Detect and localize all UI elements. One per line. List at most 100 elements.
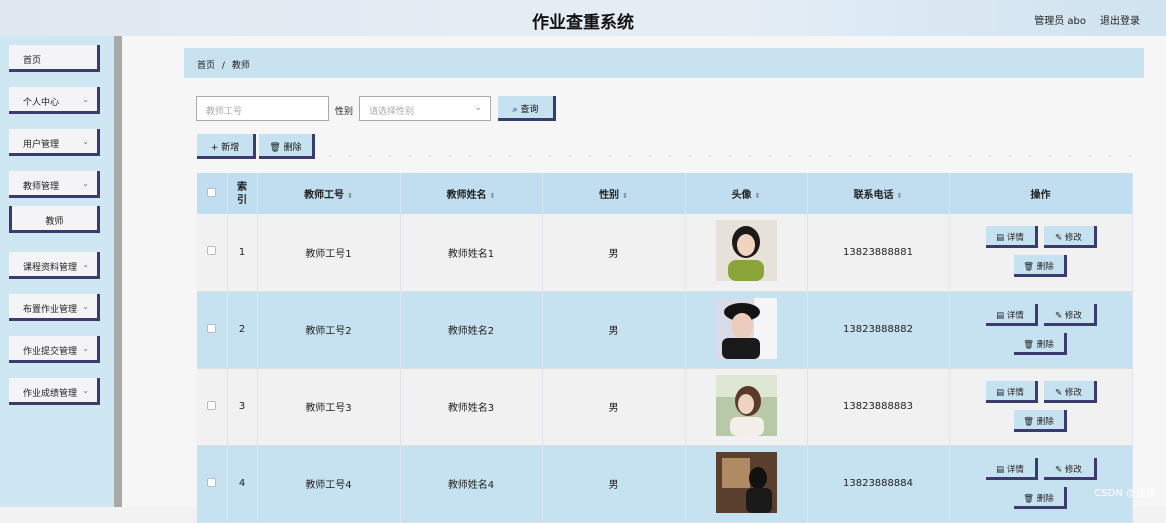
document-icon: ▤ bbox=[996, 310, 1007, 321]
column-header-label: 头像 bbox=[731, 190, 752, 201]
batch-delete-button[interactable]: 🗑 删除 bbox=[259, 134, 315, 159]
gender-select-placeholder: 请选择性别 bbox=[369, 107, 415, 117]
edit-icon: ✎ bbox=[1055, 387, 1065, 398]
gender-cell: 男 bbox=[542, 214, 686, 292]
breadcrumb-home[interactable]: 首页 bbox=[197, 61, 215, 71]
detail-button-label: 详情 bbox=[1006, 233, 1024, 244]
trash-icon: 🗑 bbox=[269, 143, 281, 153]
column-header-teacher-name[interactable]: 教师姓名 ⇕ bbox=[400, 173, 543, 214]
delete-button[interactable]: 🗑 删除 bbox=[1013, 332, 1067, 355]
detail-button[interactable]: ▤ 详情 bbox=[985, 226, 1038, 249]
sidebar-item-homework-grades[interactable]: 作业成绩管理 ⌄ bbox=[9, 378, 100, 405]
sidebar-item-label: 课程资料管理 bbox=[23, 263, 78, 273]
delete-button[interactable]: 🗑 删除 bbox=[1013, 255, 1067, 278]
column-header-operations: 操作 bbox=[949, 173, 1133, 214]
sidebar-item-homework-submission[interactable]: 作业提交管理 ⌄ bbox=[9, 336, 100, 363]
sidebar-item-label: 首页 bbox=[23, 56, 42, 66]
detail-button[interactable]: ▤ 详情 bbox=[985, 303, 1038, 326]
chevron-down-icon: ⌄ bbox=[82, 260, 89, 269]
sidebar-scrollbar[interactable] bbox=[114, 36, 122, 507]
chevron-down-icon: ⌄ bbox=[82, 344, 89, 353]
index-cell: 4 bbox=[227, 445, 258, 523]
column-header-avatar[interactable]: 头像 ⇕ bbox=[685, 173, 808, 214]
teacher-id-cell: 教师工号3 bbox=[257, 368, 401, 446]
add-button-label: 新增 bbox=[221, 143, 240, 153]
sidebar-item-teacher-management[interactable]: 教师管理 ⌄ bbox=[9, 171, 100, 198]
column-header-label: 操作 bbox=[1030, 190, 1051, 201]
sidebar-item-label: 教师管理 bbox=[23, 182, 60, 192]
detail-button[interactable]: ▤ 详情 bbox=[985, 457, 1038, 480]
delete-button-label: 删除 bbox=[1036, 339, 1054, 350]
column-header-label: 性别 bbox=[599, 190, 620, 201]
phone-cell: 13823888883 bbox=[807, 368, 950, 446]
detail-button-label: 详情 bbox=[1006, 387, 1024, 398]
teacher-name-cell: 教师姓名3 bbox=[400, 368, 543, 446]
sort-icon[interactable]: ⇕ bbox=[490, 192, 496, 200]
sidebar-item-personal-center[interactable]: 个人中心 ⌄ bbox=[9, 87, 100, 114]
edit-button[interactable]: ✎ 修改 bbox=[1043, 380, 1097, 403]
avatar-cell bbox=[685, 214, 808, 292]
edit-button[interactable]: ✎ 修改 bbox=[1043, 226, 1097, 249]
edit-button[interactable]: ✎ 修改 bbox=[1043, 303, 1097, 326]
gender-cell: 男 bbox=[542, 445, 686, 523]
column-header-teacher-id[interactable]: 教师工号 ⇕ bbox=[257, 173, 401, 214]
teacher-name-cell: 教师姓名1 bbox=[400, 214, 543, 292]
delete-button[interactable]: 🗑 删除 bbox=[1013, 486, 1067, 509]
detail-button[interactable]: ▤ 详情 bbox=[985, 380, 1038, 403]
phone-cell: 13823888881 bbox=[807, 214, 950, 292]
sort-icon[interactable]: ⇕ bbox=[755, 192, 761, 200]
trash-icon: 🗑 bbox=[1023, 339, 1037, 350]
select-all-checkbox[interactable] bbox=[207, 187, 217, 197]
sidebar-item-course-materials[interactable]: 课程资料管理 ⌄ bbox=[9, 252, 100, 279]
document-icon: ▤ bbox=[996, 464, 1007, 475]
teacher-id-search-input[interactable]: 教师工号 bbox=[196, 96, 329, 121]
logout-link[interactable]: 退出登录 bbox=[1100, 12, 1140, 27]
trash-icon: 🗑 bbox=[1023, 493, 1037, 504]
app-title: 作业查重系统 bbox=[532, 13, 634, 33]
column-header-phone[interactable]: 联系电话 ⇕ bbox=[807, 173, 950, 214]
sort-icon[interactable]: ⇕ bbox=[897, 192, 903, 200]
gender-select[interactable]: 请选择性别 ⌄ bbox=[359, 96, 491, 121]
add-button[interactable]: + 新增 bbox=[197, 134, 256, 159]
avatar-image bbox=[715, 451, 777, 513]
chevron-down-icon: ⌄ bbox=[474, 103, 482, 113]
detail-button-label: 详情 bbox=[1006, 310, 1024, 321]
column-header-gender[interactable]: 性别 ⇕ bbox=[542, 173, 686, 214]
index-cell: 2 bbox=[227, 291, 258, 369]
trash-icon: 🗑 bbox=[1023, 262, 1037, 273]
avatar-image bbox=[715, 297, 777, 359]
row-checkbox[interactable] bbox=[207, 477, 217, 487]
sidebar-item-assign-homework[interactable]: 布置作业管理 ⌄ bbox=[9, 294, 100, 321]
table-row: 4 教师工号4 教师姓名4 男 13823888884 ▤ 详情 ✎ 修改 🗑 … bbox=[197, 445, 1133, 523]
teacher-id-cell: 教师工号4 bbox=[257, 445, 401, 523]
query-button[interactable]: ⌕ 查询 bbox=[498, 96, 556, 121]
avatar-cell bbox=[685, 291, 808, 369]
sidebar-item-label: 教师 bbox=[45, 217, 64, 227]
row-checkbox-cell bbox=[197, 291, 228, 369]
chevron-down-icon: ⌄ bbox=[82, 179, 89, 188]
breadcrumb-separator: / bbox=[221, 61, 225, 71]
table-row: 3 教师工号3 教师姓名3 男 13823888883 ▤ 详情 ✎ 修改 🗑 … bbox=[197, 368, 1133, 446]
row-checkbox-cell bbox=[197, 368, 228, 446]
edit-button[interactable]: ✎ 修改 bbox=[1043, 457, 1097, 480]
sort-icon[interactable]: ⇕ bbox=[347, 192, 353, 200]
sort-icon[interactable]: ⇕ bbox=[622, 192, 628, 200]
operations-cell: ▤ 详情 ✎ 修改 🗑 删除 bbox=[949, 291, 1133, 369]
sidebar-item-label: 作业提交管理 bbox=[23, 347, 78, 357]
document-icon: ▤ bbox=[996, 233, 1007, 244]
row-checkbox-cell bbox=[197, 214, 228, 292]
sidebar-item-user-management[interactable]: 用户管理 ⌄ bbox=[9, 129, 100, 156]
delete-button-label: 删除 bbox=[1036, 493, 1054, 504]
row-checkbox[interactable] bbox=[207, 400, 217, 410]
teacher-id-cell: 教师工号2 bbox=[257, 291, 401, 369]
sidebar-item-label: 用户管理 bbox=[23, 140, 60, 150]
sidebar-subitem-teacher[interactable]: 教师 bbox=[9, 206, 100, 233]
delete-button[interactable]: 🗑 删除 bbox=[1013, 409, 1067, 432]
sidebar-item-home[interactable]: 首页 bbox=[9, 45, 100, 72]
watermark: CSDN @佳倫 bbox=[1094, 488, 1156, 499]
query-button-label: 查询 bbox=[520, 105, 539, 115]
row-checkbox[interactable] bbox=[207, 323, 217, 333]
operations-cell: ▤ 详情 ✎ 修改 🗑 删除 bbox=[949, 368, 1133, 446]
sidebar-item-label: 作业成绩管理 bbox=[23, 389, 78, 399]
row-checkbox[interactable] bbox=[207, 246, 217, 256]
